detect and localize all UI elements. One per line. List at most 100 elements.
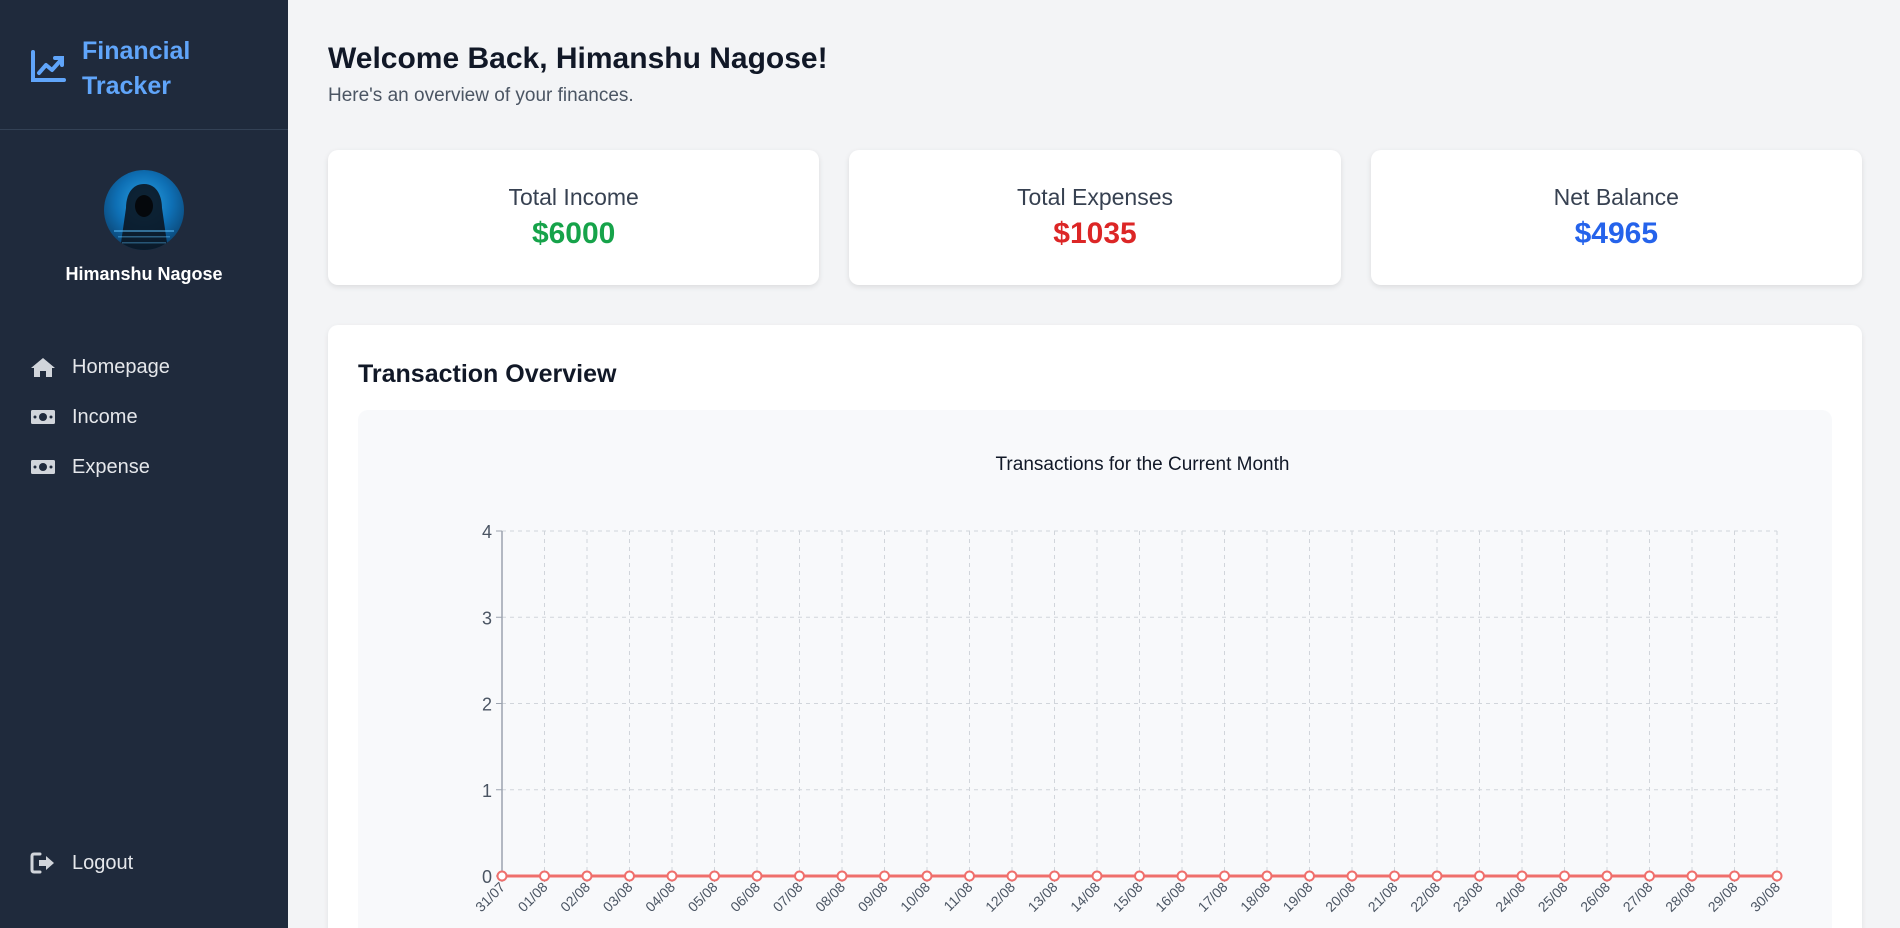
page-title: Welcome Back, Himanshu Nagose! <box>328 42 828 75</box>
money-bill-icon <box>31 460 55 474</box>
data-point <box>1346 870 1358 882</box>
data-point <box>581 870 593 882</box>
balance-label: Net Balance <box>1553 184 1679 210</box>
x-tick-label: 23/08 <box>1450 879 1486 915</box>
data-point <box>1261 870 1273 882</box>
x-tick-label: 25/08 <box>1535 879 1571 915</box>
x-tick-label: 18/08 <box>1237 879 1273 915</box>
sign-out-icon <box>30 852 54 874</box>
data-point <box>964 870 975 882</box>
data-point <box>496 870 508 882</box>
data-point <box>1176 870 1188 882</box>
x-tick-label: 30/08 <box>1747 879 1783 915</box>
x-tick-label: 02/08 <box>557 879 593 915</box>
data-point <box>1389 870 1400 882</box>
data-point <box>1304 870 1315 882</box>
x-tick-label: 31/07 <box>472 879 508 915</box>
money-bill-icon <box>31 410 55 424</box>
x-tick-label: 10/08 <box>897 879 933 915</box>
transaction-overview: Transaction Overview Transactions for th… <box>328 325 1862 928</box>
page-subtitle: Here's an overview of your finances. <box>328 85 634 106</box>
profile-name: Himanshu Nagose <box>65 264 223 284</box>
x-tick-label: 09/08 <box>855 879 891 915</box>
sidebar-item-label: Homepage <box>72 355 170 378</box>
x-tick-label: 29/08 <box>1705 879 1741 915</box>
hooded-figure-icon <box>114 184 174 250</box>
x-tick-label: 14/08 <box>1067 879 1103 915</box>
data-point <box>921 870 933 882</box>
x-tick-label: 21/08 <box>1365 879 1401 915</box>
x-tick-label: 04/08 <box>642 879 678 915</box>
data-point <box>709 870 720 882</box>
data-point <box>666 870 678 882</box>
x-tick-label: 03/08 <box>600 879 636 915</box>
summary-cards: Total Income $6000 Total Expenses $1035 … <box>328 150 1862 285</box>
x-tick-label: 19/08 <box>1280 879 1316 915</box>
avatar[interactable] <box>104 170 184 250</box>
x-tick-label: 15/08 <box>1110 879 1146 915</box>
brand[interactable]: Financial Tracker <box>0 0 288 130</box>
data-point <box>1134 870 1145 882</box>
data-point <box>1431 870 1443 882</box>
income-card: Total Income $6000 <box>328 150 820 285</box>
expenses-label: Total Expenses <box>1017 184 1173 210</box>
data-point <box>539 870 550 882</box>
x-tick-label: 11/08 <box>940 879 976 915</box>
overview-title: Transaction Overview <box>358 360 617 388</box>
sidebar-item-expense[interactable]: Expense <box>0 442 288 492</box>
x-tick-label: 24/08 <box>1492 879 1528 915</box>
data-point <box>1644 870 1655 882</box>
chart-container: Transactions for the Current Month 0 1 2 3 4 3… <box>358 410 1832 928</box>
income-label: Total Income <box>508 184 639 210</box>
x-tick-label: 13/08 <box>1025 879 1061 915</box>
sidebar-item-income[interactable]: Income <box>0 392 288 442</box>
data-point <box>1729 870 1740 882</box>
chart-title: Transactions for the Current Month <box>996 454 1290 475</box>
y-tick-label: 2 <box>482 695 492 715</box>
data-point <box>794 870 805 882</box>
x-tick-label: 20/08 <box>1322 879 1358 915</box>
x-tick-label: 17/08 <box>1195 879 1231 915</box>
data-point <box>1686 870 1698 882</box>
brand-title: Financial Tracker <box>82 37 191 100</box>
data-point <box>1091 870 1103 882</box>
sidebar: Financial Tracker Himanshu Nagose Homepa… <box>0 0 288 928</box>
x-tick-label: 26/08 <box>1577 879 1613 915</box>
profile: Himanshu Nagose <box>0 130 288 285</box>
data-point <box>836 870 848 882</box>
transactions-chart: Transactions for the Current Month012343… <box>472 454 1783 915</box>
balance-value: $4965 <box>1574 217 1659 250</box>
income-value: $6000 <box>531 217 616 250</box>
data-point <box>1771 870 1783 882</box>
x-tick-label: 08/08 <box>812 879 848 915</box>
x-tick-label: 01/08 <box>515 879 551 915</box>
data-point <box>1601 870 1613 882</box>
sidebar-item-label: Expense <box>72 455 150 478</box>
data-point <box>1219 870 1230 882</box>
logout-label: Logout <box>72 851 134 874</box>
data-point <box>1049 870 1060 882</box>
x-tick-label: 27/08 <box>1620 879 1656 915</box>
x-tick-label: 22/08 <box>1407 879 1443 915</box>
x-tick-label: 16/08 <box>1152 879 1188 915</box>
y-tick-label: 3 <box>482 608 492 628</box>
data-point <box>1006 870 1018 882</box>
logout-button[interactable]: Logout <box>0 838 133 888</box>
data-point <box>1516 870 1528 882</box>
x-tick-label: 28/08 <box>1662 879 1698 915</box>
chart-line-icon <box>31 50 66 82</box>
data-point <box>751 870 763 882</box>
sidebar-item-homepage[interactable]: Homepage <box>0 342 288 392</box>
x-tick-label: 07/08 <box>770 879 806 915</box>
expenses-value: $1035 <box>1053 217 1137 250</box>
y-tick-label: 4 <box>482 522 492 542</box>
y-tick-label: 1 <box>482 781 492 801</box>
data-point <box>1559 870 1570 882</box>
x-tick-label: 12/08 <box>982 879 1018 915</box>
balance-card: Net Balance $4965 <box>1370 150 1862 285</box>
data-point <box>879 870 890 882</box>
data-point <box>624 870 635 882</box>
main-content: Welcome Back, Himanshu Nagose! Here's an… <box>288 0 1900 928</box>
x-tick-label: 06/08 <box>727 879 763 915</box>
x-tick-label: 05/08 <box>685 879 721 915</box>
